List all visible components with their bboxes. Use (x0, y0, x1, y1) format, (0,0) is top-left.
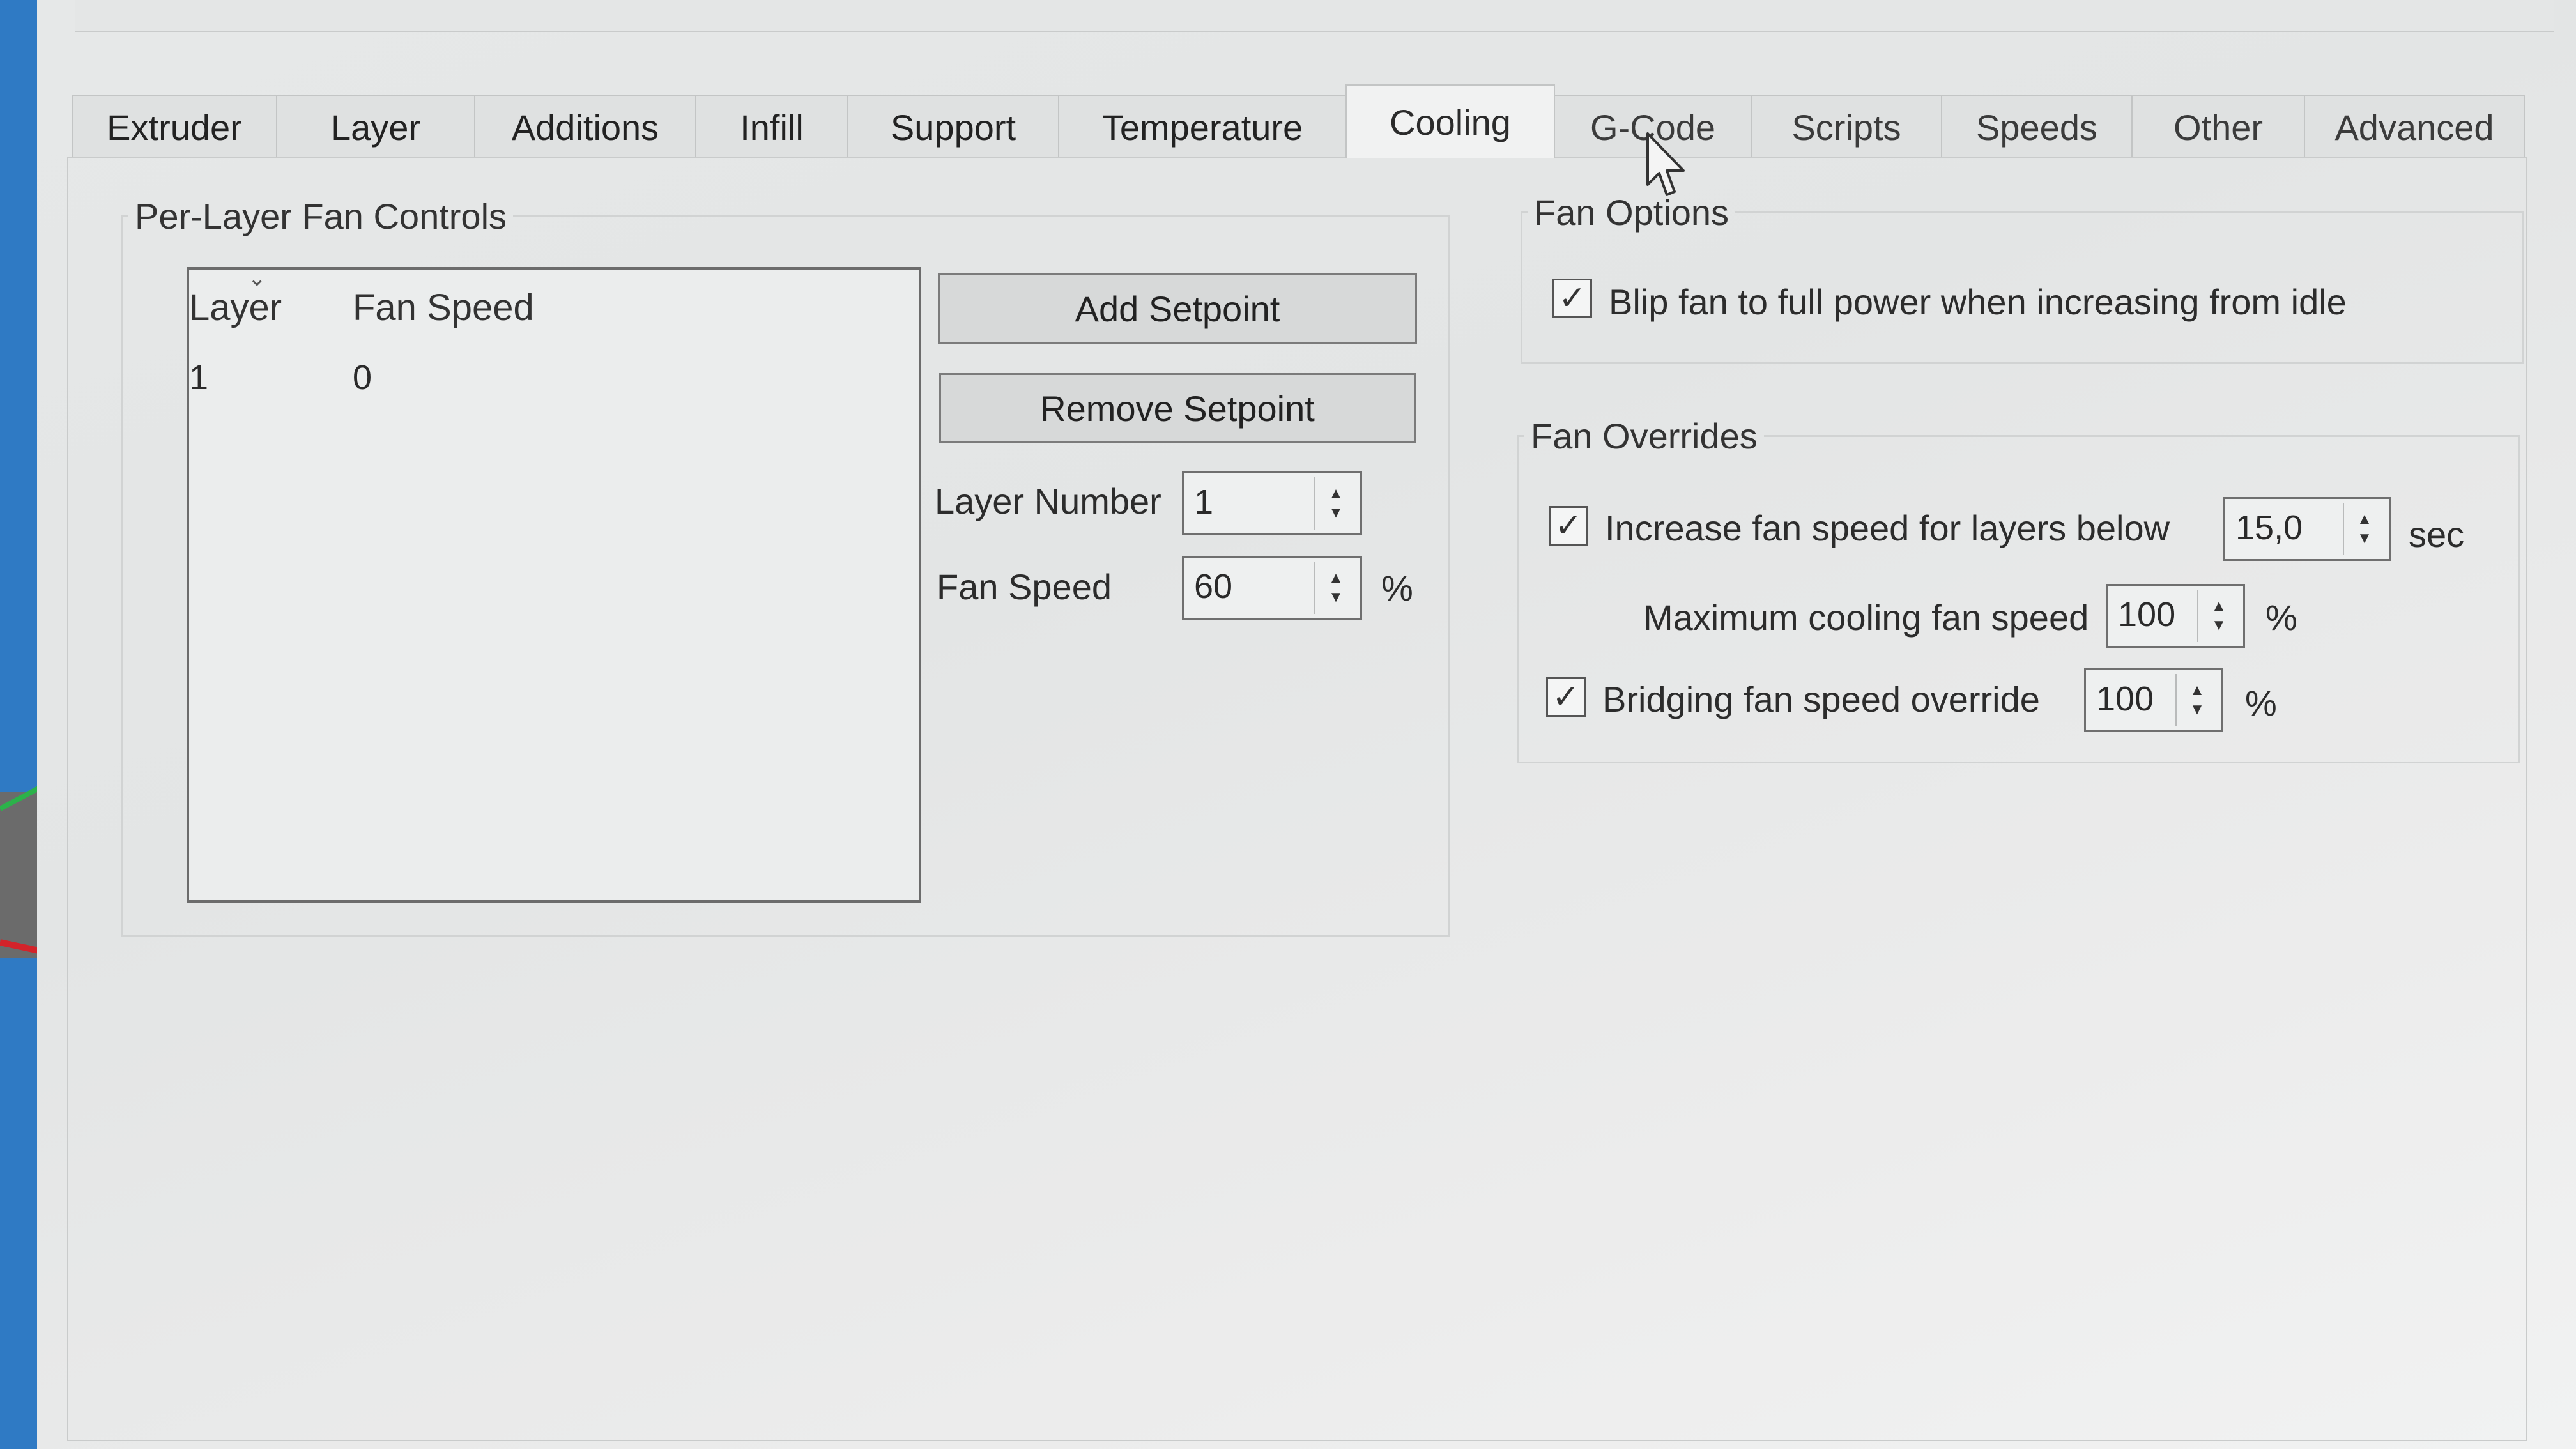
tab-infill[interactable]: Infill (695, 95, 848, 158)
tab-speeds[interactable]: Speeds (1941, 95, 2133, 158)
bridging-fan-speed-spinbox[interactable]: 100 ▲ ▼ (2084, 668, 2223, 732)
remove-setpoint-button[interactable]: Remove Setpoint (939, 373, 1416, 443)
tab-temperature[interactable]: Temperature (1058, 95, 1347, 158)
max-cooling-fan-speed-spinbox[interactable]: 100 ▲ ▼ (2106, 584, 2245, 648)
fan-speed-label: Fan Speed (937, 567, 1112, 607)
fan-speed-value: 60 (1194, 567, 1233, 606)
layer-time-value: 15,0 (2235, 509, 2303, 547)
bridging-fan-speed-value: 100 (2096, 680, 2154, 718)
blip-fan-label: Blip fan to full power when increasing f… (1609, 282, 2347, 322)
spin-arrows-icon[interactable]: ▲ ▼ (2175, 674, 2218, 726)
tab-layer[interactable]: Layer (276, 95, 475, 158)
tab-scripts[interactable]: Scripts (1751, 95, 1942, 158)
blip-fan-checkbox[interactable]: ✓ (1552, 279, 1592, 318)
layer-number-spinbox[interactable]: 1 ▲ ▼ (1182, 471, 1362, 535)
fan-overrides-title: Fan Overrides (1531, 416, 1758, 456)
layer-number-label: Layer Number (935, 481, 1162, 521)
per-layer-fan-controls-title: Per-Layer Fan Controls (135, 196, 507, 236)
tab-additions[interactable]: Additions (474, 95, 696, 158)
max-cooling-fan-speed-label: Maximum cooling fan speed (1643, 597, 2089, 638)
spin-arrows-icon[interactable]: ▲ ▼ (1314, 562, 1356, 614)
mouse-cursor-icon (1646, 132, 1685, 196)
layer-number-value: 1 (1194, 483, 1214, 521)
fan-options-group: Fan Options (1521, 192, 2524, 364)
tab-other[interactable]: Other (2131, 95, 2305, 158)
settings-tabbar: Extruder Layer Additions Infill Support … (72, 84, 2525, 158)
bridging-fan-speed-label: Bridging fan speed override (1602, 679, 2040, 719)
bridging-unit: % (2245, 683, 2277, 723)
cell-fan-speed: 0 (353, 358, 372, 397)
fan-speed-unit: % (1381, 568, 1413, 608)
max-cooling-fan-speed-value: 100 (2118, 595, 2176, 634)
layer-time-unit: sec (2409, 514, 2465, 555)
fan-speed-spinbox[interactable]: 60 ▲ ▼ (1182, 556, 1362, 620)
add-setpoint-button[interactable]: Add Setpoint (938, 273, 1417, 344)
window-top-strip (75, 0, 2554, 32)
spin-arrows-icon[interactable]: ▲ ▼ (2197, 590, 2239, 642)
column-header-fan-speed[interactable]: Fan Speed (353, 286, 534, 329)
table-row[interactable]: 1 0 (189, 353, 919, 404)
increase-fan-speed-label: Increase fan speed for layers below (1605, 508, 2170, 548)
max-cooling-unit: % (2266, 597, 2297, 638)
tab-extruder[interactable]: Extruder (72, 95, 277, 158)
increase-fan-speed-checkbox[interactable]: ✓ (1549, 506, 1588, 546)
layer-time-spinbox[interactable]: 15,0 ▲ ▼ (2223, 497, 2391, 561)
spin-arrows-icon[interactable]: ▲ ▼ (2343, 503, 2385, 555)
setpoint-list[interactable]: ⌄ Layer Fan Speed 1 0 (187, 266, 921, 903)
tab-advanced[interactable]: Advanced (2304, 95, 2525, 158)
tab-cooling[interactable]: Cooling (1346, 84, 1555, 158)
bridging-fan-speed-checkbox[interactable]: ✓ (1546, 677, 1586, 717)
fan-options-title: Fan Options (1534, 192, 1729, 233)
tab-support[interactable]: Support (847, 95, 1059, 158)
spin-arrows-icon[interactable]: ▲ ▼ (1314, 477, 1356, 530)
cell-layer: 1 (189, 358, 209, 397)
column-header-layer[interactable]: Layer (189, 286, 282, 329)
desktop-background-strip (0, 0, 57, 1449)
